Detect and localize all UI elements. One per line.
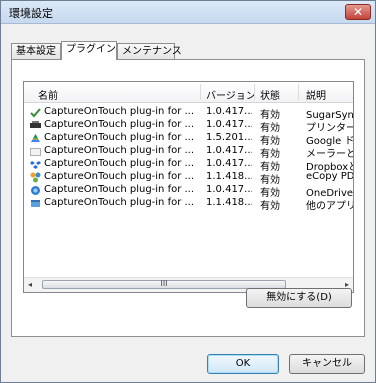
column-header-name[interactable]: 名前 (38, 87, 58, 102)
tab-maintenance[interactable]: メンテナンス (117, 43, 182, 59)
column-divider[interactable] (200, 84, 201, 100)
plugin-name: CaptureOnTouch plug-in for ... (44, 184, 194, 195)
column-header-status[interactable]: 状態 (260, 87, 280, 102)
ecopy-icon (30, 172, 41, 183)
tab-plugins[interactable]: プラグイン (61, 41, 117, 60)
plugin-version: 1.0.417... (206, 106, 252, 117)
plugin-status: 有効 (260, 201, 280, 212)
plugin-name: CaptureOnTouch plug-in for ... (44, 171, 194, 182)
plugin-version: 1.1.418... (206, 171, 252, 182)
cancel-button[interactable]: キャンセル (289, 354, 365, 374)
plugin-description: 他のアプリケー (306, 201, 354, 212)
mail-icon (30, 148, 41, 156)
column-header-version[interactable]: バージョン (206, 87, 256, 102)
plugin-name: CaptureOnTouch plug-in for ... (44, 132, 194, 143)
dropbox-icon (30, 161, 41, 169)
grip-icon: III (160, 279, 168, 288)
onedrive-icon (31, 186, 40, 195)
window-title: 環境設定 (9, 7, 53, 20)
close-button[interactable]: ✕ (345, 4, 371, 20)
application-icon (31, 200, 40, 207)
column-header-description[interactable]: 説明 (306, 87, 326, 102)
table-row[interactable]: CaptureOnTouch plug-in for ... 1.5.201..… (24, 132, 353, 147)
plugin-version: 1.0.417... (206, 119, 252, 130)
plugin-description: eCopy PDF (306, 171, 354, 182)
table-row[interactable]: CaptureOnTouch plug-in for ... 1.0.417..… (24, 145, 353, 160)
plugin-version: 1.0.417... (206, 145, 252, 156)
tab-basic-settings[interactable]: 基本設定 (11, 43, 61, 59)
ok-button[interactable]: OK (207, 354, 279, 374)
column-divider[interactable] (254, 84, 255, 100)
table-row[interactable]: CaptureOnTouch plug-in for ... 1.0.417..… (24, 119, 353, 134)
plugin-name: CaptureOnTouch plug-in for ... (44, 119, 194, 130)
table-row[interactable]: CaptureOnTouch plug-in for ... 1.0.417..… (24, 158, 353, 173)
plugin-version: 1.0.417... (206, 158, 252, 169)
plugin-name: CaptureOnTouch plug-in for ... (44, 145, 194, 156)
plugin-version: 1.5.201... (206, 132, 252, 143)
table-row[interactable]: CaptureOnTouch plug-in for ... 1.1.418..… (24, 171, 354, 186)
column-divider[interactable] (298, 84, 299, 100)
table-row[interactable]: CaptureOnTouch plug-in for ... 1.0.417..… (24, 106, 353, 121)
table-row[interactable]: CaptureOnTouch plug-in for ... 1.1.418..… (24, 197, 354, 212)
settings-window: 環境設定 ✕ 基本設定 プラグイン メンテナンス 名前 バージョン 状態 説明 (0, 0, 376, 383)
plugin-list[interactable]: 名前 バージョン 状態 説明 CaptureOnTouch plug-in fo… (23, 81, 354, 293)
title-bar: 環境設定 ✕ (1, 1, 375, 24)
plugin-name: CaptureOnTouch plug-in for ... (44, 158, 194, 169)
table-row[interactable]: CaptureOnTouch plug-in for ... 1.0.417..… (24, 184, 353, 199)
plugin-name: CaptureOnTouch plug-in for ... (44, 197, 194, 208)
sugarsync-icon (30, 108, 41, 118)
disable-button[interactable]: 無効にする(D) (246, 288, 352, 308)
plugin-name: CaptureOnTouch plug-in for ... (44, 106, 194, 117)
google-drive-icon (31, 134, 40, 142)
printer-icon (30, 121, 41, 128)
plugins-panel: 名前 バージョン 状態 説明 CaptureOnTouch plug-in fo… (11, 59, 365, 337)
scroll-left-icon[interactable]: ◂ (28, 280, 32, 289)
plugin-version: 1.0.417... (206, 184, 252, 195)
list-header: 名前 バージョン 状態 説明 (24, 82, 353, 103)
close-icon: ✕ (352, 5, 364, 19)
plugin-version: 1.1.418... (206, 197, 252, 208)
